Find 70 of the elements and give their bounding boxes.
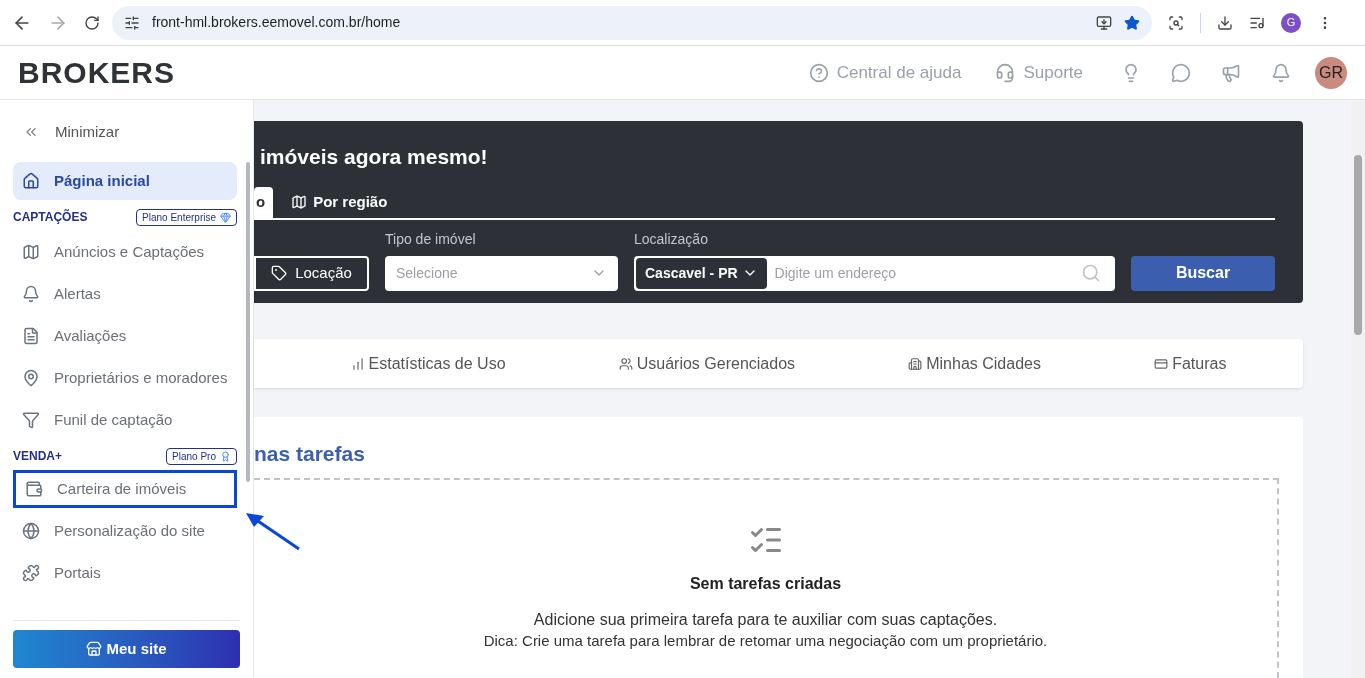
- notification-icon[interactable]: [1271, 62, 1291, 83]
- globe-icon: [22, 522, 40, 540]
- diamond-icon: [220, 211, 231, 223]
- bar-chart-icon: [350, 356, 365, 371]
- nav-link[interactable]: Faturas: [1154, 351, 1227, 376]
- nav-link[interactable]: Usuários Gerenciados: [618, 351, 796, 376]
- megaphone-icon[interactable]: [1221, 62, 1241, 83]
- map-icon: [291, 194, 308, 210]
- section-heading: CAPTAÇÕES: [13, 208, 88, 226]
- sidebar-item[interactable]: Anúncios e Captações: [13, 233, 237, 271]
- site-button[interactable]: Meu site: [13, 630, 240, 668]
- field-label: Tipo de imóvel: [385, 229, 477, 249]
- city-select[interactable]: Cascavel - PR: [636, 257, 767, 289]
- store-icon: [86, 641, 103, 657]
- plan-badge: Plano Pro: [166, 447, 237, 465]
- download-icon[interactable]: [1217, 14, 1233, 31]
- search-tab[interactable]: o: [254, 186, 274, 218]
- install-icon[interactable]: [1096, 14, 1112, 31]
- star-icon[interactable]: [1124, 14, 1140, 31]
- wallet-icon: [25, 480, 43, 498]
- chat-icon[interactable]: [1171, 62, 1191, 83]
- user-avatar[interactable]: GR: [1315, 56, 1347, 89]
- sidebar-item[interactable]: Personalização do site: [13, 512, 237, 550]
- tab-search-icon[interactable]: [1168, 14, 1184, 31]
- scrollbar-thumb[interactable]: [1354, 155, 1362, 335]
- funnel-icon: [22, 411, 40, 429]
- tag-icon: [271, 265, 288, 281]
- dollar-document-icon: [22, 327, 40, 345]
- scrollbar-thumb[interactable]: [246, 162, 250, 482]
- brokers-logo[interactable]: BROKERS: [18, 57, 175, 88]
- map-icon: [22, 243, 40, 261]
- site-info-icon[interactable]: [124, 14, 140, 31]
- annotation-arrow: [244, 510, 302, 552]
- section-heading: VENDA+: [13, 448, 62, 465]
- tasks-title: nas tarefas: [254, 443, 366, 464]
- puzzle-icon: [22, 564, 40, 582]
- headset-icon: [995, 62, 1016, 83]
- search-button[interactable]: Buscar: [1131, 255, 1275, 291]
- search-icon: [1081, 263, 1101, 283]
- empty-text: Adicione sua primeira tarefa para te auxiliar com suas captações.: [533, 610, 998, 630]
- sidebar-item[interactable]: Alertas: [13, 275, 237, 313]
- sidebar-item[interactable]: Avaliações: [13, 317, 237, 355]
- sidebar-item[interactable]: Proprietários e moradores: [13, 359, 237, 397]
- card-icon: [1154, 356, 1169, 371]
- award-icon: [220, 450, 231, 462]
- profile-avatar[interactable]: G: [1281, 12, 1301, 33]
- search-tab[interactable]: Por região: [283, 186, 396, 218]
- tip-text: Dica: Crie uma tarefa para lembrar de retomar uma negociação com um proprietário.: [483, 632, 1048, 650]
- sidebar-item[interactable]: Carteira de imóveis: [13, 470, 237, 508]
- help-icon: [808, 62, 829, 83]
- sidebar-item[interactable]: Página inicial: [13, 162, 237, 200]
- sidebar-item[interactable]: Portais: [13, 554, 237, 592]
- plan-badge: Plano Enterprise: [136, 208, 237, 226]
- nav-link[interactable]: Minhas Cidades: [908, 351, 1041, 376]
- url-text: front-hml.brokers.eemovel.com.br/home: [152, 13, 402, 32]
- user-pin-icon: [22, 369, 40, 387]
- nav-link[interactable]: Estatísticas de Uso: [350, 351, 506, 376]
- empty-title: Sem tarefas criadas: [689, 574, 842, 594]
- field-label: Localização: [634, 229, 709, 249]
- building-icon: [908, 356, 923, 371]
- bell-icon: [22, 285, 40, 303]
- location-field[interactable]: Cascavel - PR Digite um endereço: [634, 255, 1115, 291]
- minimize-button[interactable]: Minimizar: [13, 120, 237, 144]
- deal-type-button[interactable]: Locação: [254, 255, 369, 291]
- users-icon: [618, 356, 633, 371]
- sidebar-item[interactable]: Funil de captação: [13, 401, 237, 439]
- hero-title: imóveis agora mesmo!: [259, 144, 489, 170]
- home-icon: [22, 172, 40, 190]
- address-bar[interactable]: front-hml.brokers.eemovel.com.br/home: [112, 5, 1152, 40]
- reload-icon[interactable]: [84, 14, 100, 31]
